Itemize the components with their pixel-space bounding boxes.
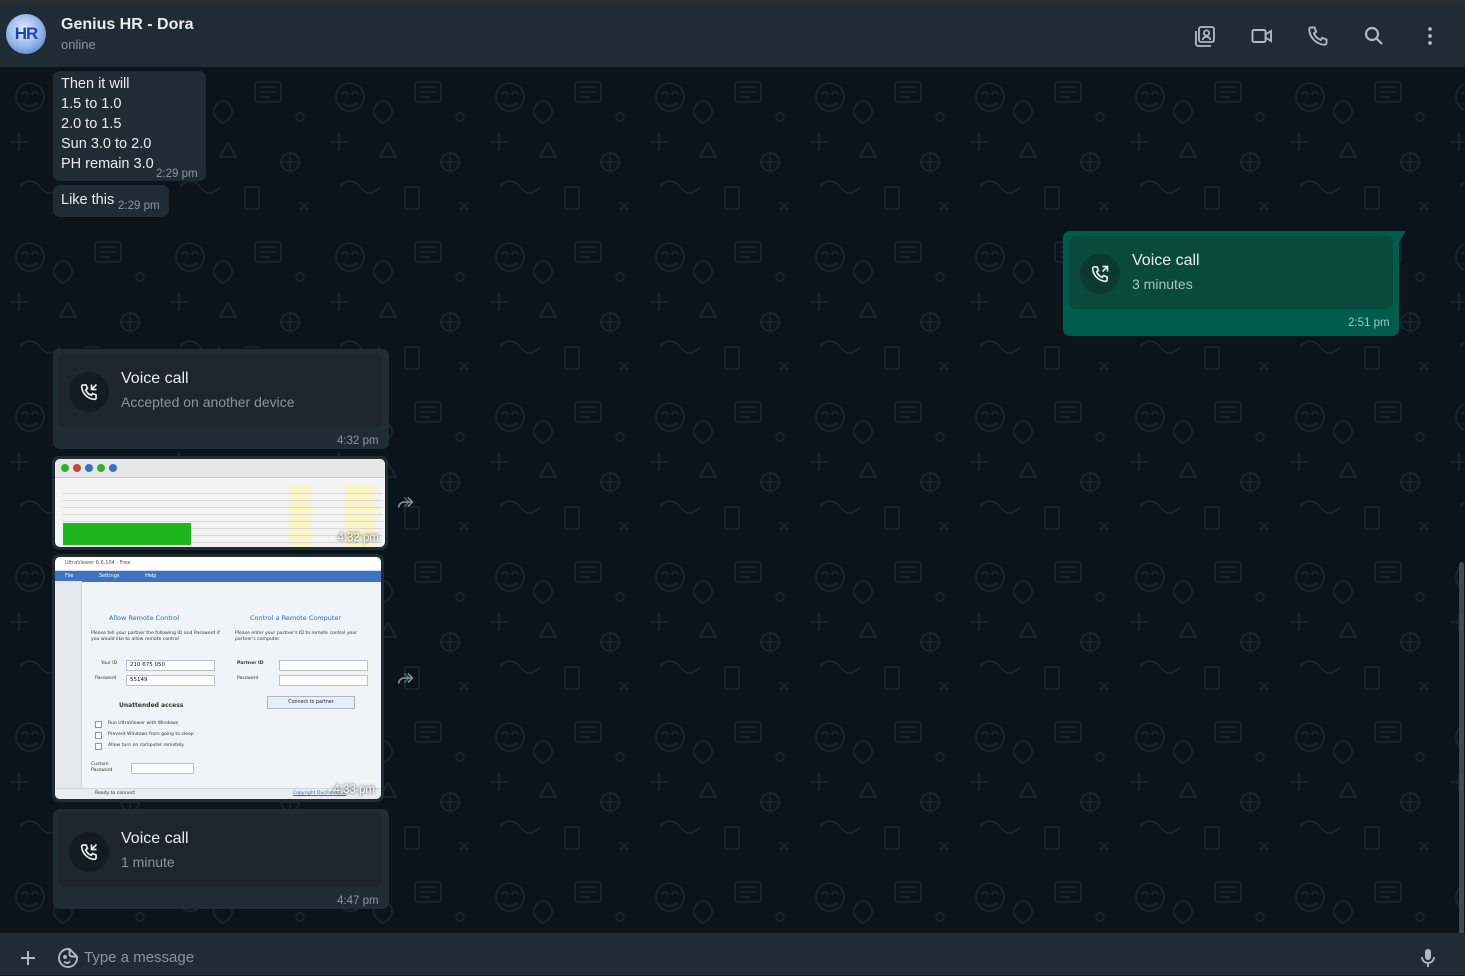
- incoming-call-icon: [69, 832, 109, 872]
- message-input[interactable]: Type a message: [84, 940, 1400, 972]
- message-text: Like this: [61, 190, 114, 210]
- chat-header: HR Genius HR - Dora online: [0, 4, 1465, 67]
- call-title: Voice call: [1132, 252, 1200, 270]
- screenshot-custom-password: Custom Password: [91, 762, 117, 774]
- forward-icon[interactable]: [395, 491, 419, 515]
- message-time: 4:47 pm: [337, 895, 379, 907]
- message-composer: Type a message: [0, 933, 1465, 975]
- avatar-text: HR: [15, 24, 38, 44]
- screenshot-allow-desc: Please tell your partner the following I…: [91, 631, 221, 643]
- avatar[interactable]: HR: [6, 14, 46, 54]
- screenshot-menu-item: Settings: [99, 573, 120, 579]
- screenshot-status: Ready to connect: [95, 791, 135, 796]
- screenshot-password: 55149: [126, 675, 215, 686]
- screenshot-allow-title: Allow Remote Control: [109, 614, 179, 622]
- contact-name[interactable]: Genius HR - Dora: [61, 16, 193, 34]
- message-time: 4:32 pm: [337, 532, 379, 544]
- screenshot-window-title: UltraViewer 6.6.104 - Free: [55, 557, 381, 571]
- screenshot-partner-id-label: Partner ID: [237, 661, 264, 667]
- more-vertical-icon[interactable]: [1418, 24, 1442, 48]
- message-line: Sun 3.0 to 2.0: [61, 134, 154, 154]
- screenshot-unattended-title: Unattended access: [119, 703, 183, 709]
- voice-call-card[interactable]: Voice call Accepted on another device: [58, 354, 382, 427]
- message-bubble-outgoing[interactable]: Voice call 3 minutes 2:51 pm: [1063, 231, 1399, 336]
- screenshot-partner-password-label: Password: [237, 676, 258, 682]
- screenshot-your-id-label: Your ID: [101, 661, 117, 667]
- message-time: 2:29 pm: [156, 168, 198, 180]
- contact-status: online: [61, 37, 96, 52]
- call-title: Voice call: [121, 830, 189, 848]
- chat-scrollbar[interactable]: [1459, 562, 1464, 933]
- voice-call-card[interactable]: Voice call 3 minutes: [1069, 236, 1393, 309]
- screenshot-menu-item: File: [65, 573, 73, 579]
- message-time: 2:29 pm: [118, 200, 160, 212]
- forward-icon[interactable]: [395, 667, 419, 691]
- message-bubble-incoming[interactable]: Then it will 1.5 to 1.0 2.0 to 1.5 Sun 3…: [53, 71, 206, 181]
- outgoing-call-icon: [1080, 254, 1120, 294]
- video-call-icon[interactable]: [1250, 24, 1274, 48]
- image-thumbnail[interactable]: 4:32 pm: [55, 459, 385, 547]
- contact-card-icon[interactable]: [1194, 24, 1218, 48]
- search-icon[interactable]: [1362, 24, 1386, 48]
- screenshot-connect-button: Connect to partner: [267, 696, 355, 709]
- message-line: PH remain 3.0: [61, 154, 154, 174]
- image-message[interactable]: UltraViewer 6.6.104 - Free File Settings…: [52, 554, 384, 802]
- message-time: 4:33 pm: [333, 784, 375, 796]
- phone-icon[interactable]: [1306, 24, 1330, 48]
- message-time: 4:32 pm: [337, 435, 379, 447]
- message-line: 2.0 to 1.5: [61, 114, 154, 134]
- message-bubble-incoming[interactable]: Voice call 1 minute 4:47 pm: [53, 809, 389, 909]
- plus-icon[interactable]: [16, 946, 40, 970]
- screenshot-option: Allow turn on computer remotely: [108, 743, 184, 749]
- call-duration: 1 minute: [121, 854, 175, 870]
- screenshot-your-id: 210 675 050: [126, 660, 215, 671]
- incoming-call-icon: [69, 372, 109, 412]
- call-status: Accepted on another device: [121, 394, 295, 410]
- message-line: Then it will: [61, 74, 154, 94]
- sticker-icon[interactable]: [56, 946, 80, 970]
- bubble-tail: [1398, 231, 1406, 244]
- message-bubble-incoming[interactable]: Like this 2:29 pm: [53, 185, 169, 217]
- screenshot-control-title: Control a Remote Computer: [250, 614, 341, 622]
- image-message[interactable]: 4:32 pm: [52, 456, 388, 550]
- message-time: 2:51 pm: [1348, 317, 1390, 329]
- voice-call-card[interactable]: Voice call 1 minute: [58, 814, 382, 887]
- microphone-icon[interactable]: [1416, 946, 1440, 970]
- screenshot-password-label: Password: [95, 676, 116, 682]
- chat-area[interactable]: Then it will 1.5 to 1.0 2.0 to 1.5 Sun 3…: [0, 67, 1465, 933]
- screenshot-control-desc: Please enter your partner's ID to remote…: [235, 631, 375, 643]
- image-thumbnail[interactable]: UltraViewer 6.6.104 - Free File Settings…: [55, 557, 381, 799]
- screenshot-option: Prevent Windows from going to sleep: [108, 732, 194, 738]
- call-title: Voice call: [121, 370, 189, 388]
- screenshot-option: Run UltraViewer with Windows: [108, 721, 178, 727]
- screenshot-menu-item: Help: [145, 573, 156, 579]
- call-duration: 3 minutes: [1132, 276, 1193, 292]
- message-line: 1.5 to 1.0: [61, 94, 154, 114]
- message-bubble-incoming[interactable]: Voice call Accepted on another device 4:…: [53, 349, 389, 449]
